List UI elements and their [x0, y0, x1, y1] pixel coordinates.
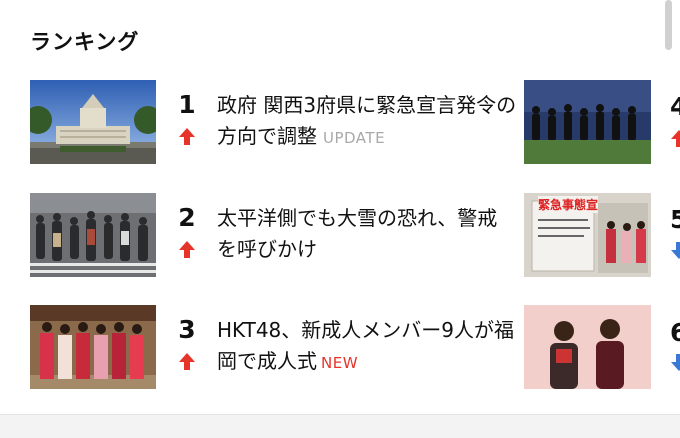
ranking-item[interactable]: 2 太平洋側でも大雪の恐れ、警戒を呼びかけ	[30, 193, 510, 277]
ranking-item-thumbnail-two-women[interactable]	[524, 305, 651, 389]
scrollbar-thumb[interactable]	[665, 0, 672, 50]
rank-number: 4	[670, 92, 680, 121]
rank-number: 2	[178, 203, 196, 232]
headline-text: HKT48、新成人メンバー9人が福岡で成人式	[217, 318, 514, 373]
trend-up-icon	[179, 241, 195, 258]
thumbnail-diet-building	[30, 80, 156, 164]
thumbnail-kimono-group	[30, 305, 156, 389]
new-badge: NEW	[321, 354, 359, 372]
headline-link[interactable]: 太平洋側でも大雪の恐れ、警戒を呼びかけ	[217, 203, 517, 265]
trend-down-icon	[671, 242, 680, 259]
sign-text: 緊急事態宣	[538, 196, 599, 213]
ranking-item[interactable]: 3 HKT48、新成人メンバー9人が福岡で成人式 NEW	[30, 305, 514, 389]
headline-link[interactable]: 政府 関西3府県に緊急宣言発令の方向で調整 UPDATE	[217, 90, 517, 154]
rank-number: 3	[178, 315, 196, 344]
headline-link[interactable]: HKT48、新成人メンバー9人が福岡で成人式 NEW	[217, 315, 517, 379]
trend-up-icon	[179, 353, 195, 370]
rank-number: 6	[670, 318, 680, 347]
ranking-item[interactable]: 1 政府 関西3府県に緊急宣言発令の方向で調整 UPDATE	[30, 80, 516, 164]
footer-strip	[0, 415, 680, 438]
trend-up-icon	[179, 128, 195, 145]
update-badge: UPDATE	[323, 129, 386, 147]
trend-up-icon	[671, 130, 680, 147]
rank-number: 1	[178, 90, 196, 119]
thumbnail-crowd-crosswalk	[30, 193, 156, 277]
ranking-item-thumbnail-soccer-team[interactable]	[524, 80, 651, 164]
headline-text: 太平洋側でも大雪の恐れ、警戒を呼びかけ	[217, 206, 498, 261]
trend-down-icon	[671, 354, 680, 371]
ranking-item-thumbnail-emergency-notice[interactable]: 緊急事態宣	[524, 193, 651, 277]
section-title: ランキング	[30, 30, 140, 54]
rank-number: 5	[670, 205, 680, 234]
